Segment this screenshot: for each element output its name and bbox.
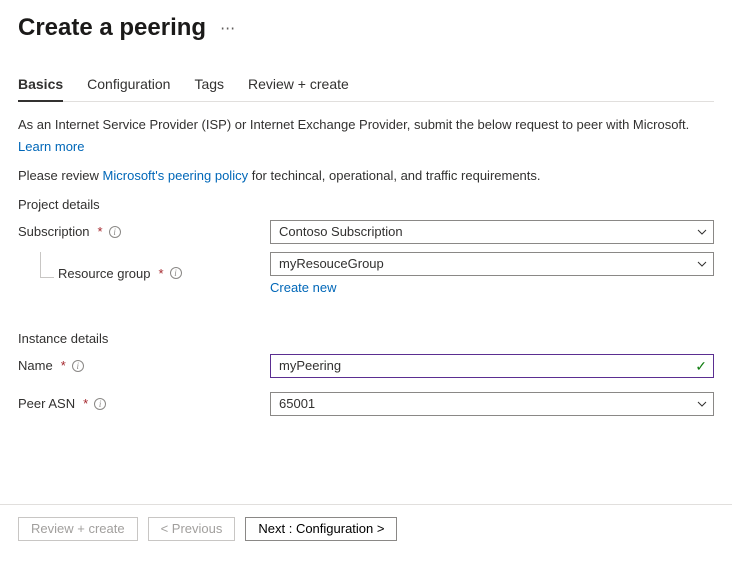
next-button[interactable]: Next : Configuration > xyxy=(245,517,397,541)
subscription-label: Subscription xyxy=(18,224,90,239)
peer-asn-value: 65001 xyxy=(279,396,315,411)
name-label: Name xyxy=(18,358,53,373)
bottom-bar: Review + create < Previous Next : Config… xyxy=(0,504,732,553)
tab-configuration[interactable]: Configuration xyxy=(87,76,170,101)
resource-group-label: Resource group xyxy=(58,266,151,281)
intro-text: As an Internet Service Provider (ISP) or… xyxy=(18,116,714,135)
tree-line xyxy=(40,252,54,278)
instance-details-heading: Instance details xyxy=(18,331,714,346)
create-new-link[interactable]: Create new xyxy=(270,280,336,295)
resource-group-select[interactable]: myResouceGroup xyxy=(270,252,714,276)
subscription-value: Contoso Subscription xyxy=(279,224,403,239)
peer-asn-select[interactable]: 65001 xyxy=(270,392,714,416)
resource-group-value: myResouceGroup xyxy=(279,256,384,271)
name-value: myPeering xyxy=(279,358,341,373)
chevron-down-icon xyxy=(697,399,707,409)
required-icon: * xyxy=(61,358,66,373)
policy-suffix: for techincal, operational, and traffic … xyxy=(248,168,540,183)
policy-link[interactable]: Microsoft's peering policy xyxy=(103,168,249,183)
more-actions-icon[interactable]: ⋯ xyxy=(220,19,236,37)
required-icon: * xyxy=(98,224,103,239)
required-icon: * xyxy=(83,396,88,411)
tab-tags[interactable]: Tags xyxy=(194,76,224,101)
learn-more-link[interactable]: Learn more xyxy=(18,139,84,154)
peer-asn-label: Peer ASN xyxy=(18,396,75,411)
info-icon[interactable]: i xyxy=(170,267,182,279)
info-icon[interactable]: i xyxy=(72,360,84,372)
subscription-select[interactable]: Contoso Subscription xyxy=(270,220,714,244)
info-icon[interactable]: i xyxy=(94,398,106,410)
policy-text: Please review Microsoft's peering policy… xyxy=(18,168,714,183)
chevron-down-icon xyxy=(697,227,707,237)
tab-basics[interactable]: Basics xyxy=(18,76,63,102)
review-create-button: Review + create xyxy=(18,517,138,541)
previous-button: < Previous xyxy=(148,517,236,541)
tab-review-create[interactable]: Review + create xyxy=(248,76,349,101)
name-input[interactable]: myPeering ✓ xyxy=(270,354,714,378)
required-icon: * xyxy=(159,266,164,281)
policy-prefix: Please review xyxy=(18,168,103,183)
project-details-heading: Project details xyxy=(18,197,714,212)
tabs: Basics Configuration Tags Review + creat… xyxy=(18,76,714,102)
check-icon: ✓ xyxy=(695,359,707,373)
page-title: Create a peering xyxy=(18,14,206,42)
chevron-down-icon xyxy=(697,259,707,269)
info-icon[interactable]: i xyxy=(109,226,121,238)
